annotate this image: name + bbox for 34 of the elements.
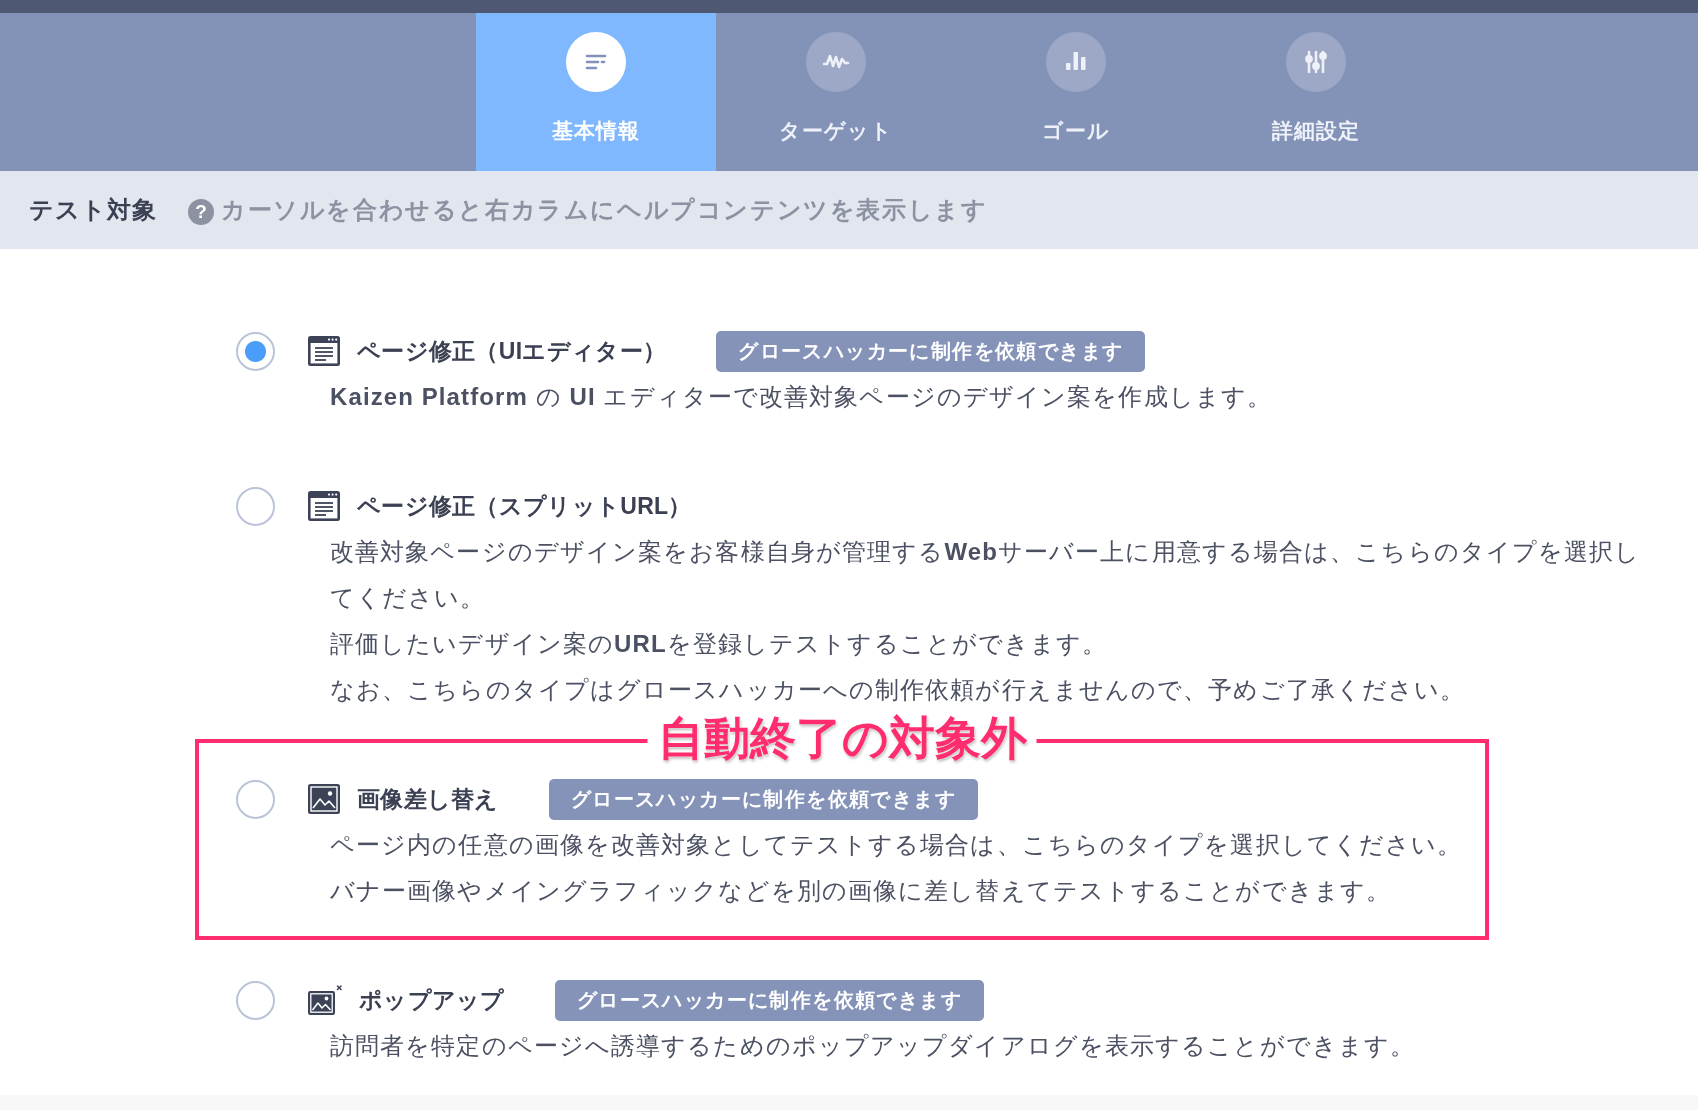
window-icon: [308, 336, 340, 366]
request-badge: グロースハッカーに制作を依頼できます: [548, 778, 978, 820]
option-title: 画像差し替え: [357, 784, 499, 814]
list-icon: [566, 32, 626, 92]
option-description: Kaizen Platform の UI エディターで改善対象ページのデザイン案を作成します。: [330, 382, 1273, 412]
option-description: 訪問者を特定のページへ誘導するためのポップアップダイアログを表示することができます。: [330, 1031, 1416, 1061]
help-icon: ?: [188, 199, 214, 225]
option-title: ポップアップ: [359, 985, 505, 1015]
request-badge: グロースハッカーに制作を依頼できます: [716, 330, 1146, 372]
option-description: バナー画像やメイングラフィックなどを別の画像に差し替えてテストすることができます。: [330, 876, 1393, 906]
option-description: ページ内の任意の画像を改善対象としてテストする場合は、こちらのタイプを選択してください。: [330, 830, 1464, 860]
tab[interactable]: 詳細設定: [1196, 13, 1436, 171]
option-description: なお、こちらのタイプはグロースハッカーへの制作依頼が行えませんので、予めご了承ください。: [330, 675, 1467, 705]
image-icon: [308, 784, 340, 814]
radio-button[interactable]: [236, 980, 275, 1020]
tab[interactable]: ゴール: [956, 13, 1196, 171]
tab[interactable]: ターゲット: [716, 13, 956, 171]
pulse-icon: [806, 32, 866, 92]
window-icon: [308, 491, 340, 521]
annotation-label: 自動終了の対象外: [647, 712, 1037, 764]
radio-button[interactable]: [236, 486, 275, 526]
tab[interactable]: 基本情報: [476, 13, 716, 171]
section-title: テスト対象: [29, 195, 157, 225]
radio-button[interactable]: [236, 779, 275, 819]
option-description: 評価したいデザイン案のURLを登録しテストすることができます。: [330, 629, 1109, 659]
option-title: ページ修正（UIエディター）: [357, 336, 667, 366]
option-description: 改善対象ページのデザイン案をお客様自身が管理するWebサーバー上に用意する場合は、こちらのタイプを選択してください。: [330, 537, 1642, 613]
bar-chart-icon: [1046, 32, 1106, 92]
image-close-icon: [308, 985, 342, 1015]
sliders-icon: [1286, 32, 1346, 92]
radio-button[interactable]: [236, 331, 275, 371]
option-title: ページ修正（スプリットURL）: [357, 491, 692, 521]
request-badge: グロースハッカーに制作を依頼できます: [554, 979, 984, 1021]
help-text: カーソルを合わせると右カラムにヘルプコンテンツを表示します: [221, 195, 988, 225]
